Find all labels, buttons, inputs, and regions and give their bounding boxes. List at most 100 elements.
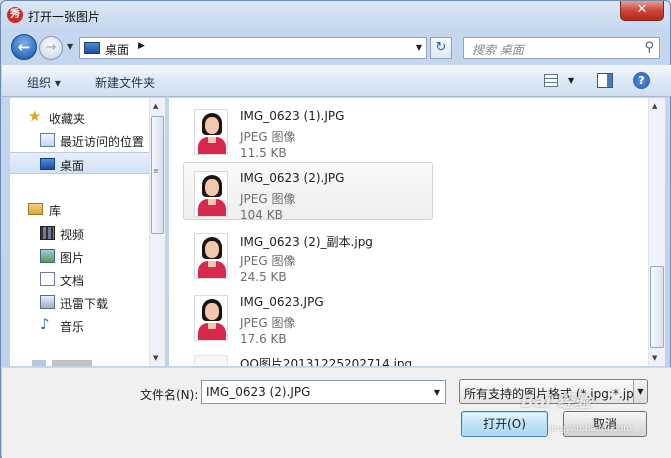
video-icon <box>40 226 55 240</box>
file-name: IMG_0623.JPG <box>240 295 324 309</box>
open-image-dialog: 秀 打开一张图片 ✕ ← → ▼ 桌面 ▶ ▼ ↻ 搜索 桌面 ⚲ 组织 ▾ 新… <box>0 0 671 458</box>
nav-item-label: 音乐 <box>60 320 85 334</box>
photo-thumbnail <box>194 355 228 366</box>
file-name: IMG_0623 (2)_副本.jpg <box>240 235 373 249</box>
file-item[interactable]: QQ图片20131225202714.jpg <box>183 346 433 366</box>
open-button[interactable]: 打开(O) <box>461 411 548 437</box>
nav-item-label: 迅雷下载 <box>60 297 109 311</box>
forward-arrow-icon: → <box>45 40 57 55</box>
filename-value: IMG_0623 (2).JPG <box>206 385 311 399</box>
refresh-icon: ↻ <box>435 40 447 55</box>
nav-item-label: 视频 <box>60 228 85 242</box>
filename-label: 文件名(N): <box>140 388 199 402</box>
photo-thumbnail <box>194 171 228 217</box>
watermark-url: jingyan.baidu.com <box>549 424 633 434</box>
chevron-down-icon[interactable]: ▼ <box>633 380 647 403</box>
file-size: 11.5 KB <box>240 146 287 160</box>
organize-button[interactable]: 组织 ▾ <box>27 74 61 91</box>
forward-button[interactable]: → <box>39 36 63 60</box>
file-name: IMG_0623 (2).JPG <box>240 171 345 185</box>
recent-places-icon <box>40 133 55 147</box>
scroll-up-icon[interactable]: ▲ <box>652 102 657 110</box>
back-arrow-icon: ← <box>17 38 31 56</box>
search-placeholder: 搜索 桌面 <box>472 43 524 57</box>
recent-pages-dropdown[interactable]: ▼ <box>67 42 73 51</box>
nav-item-videos[interactable]: 视频 <box>10 222 150 244</box>
file-item[interactable]: IMG_0623.JPG JPEG 图像 17.6 KB <box>183 286 433 346</box>
nav-item-pictures[interactable]: 图片 <box>10 245 150 267</box>
nav-item-favorites[interactable]: ★ 收藏夹 <box>10 106 150 128</box>
close-button[interactable]: ✕ <box>620 1 664 21</box>
title-bar: 秀 打开一张图片 ✕ <box>1 1 670 31</box>
nav-item-libraries[interactable]: 库 <box>10 198 150 220</box>
navigation-pane: ★ 收藏夹 最近访问的位置 桌面 库 视频 图片 文档 迅雷下载 ♪ 音乐 <box>10 98 165 366</box>
photo-thumbnail <box>194 109 228 155</box>
back-button[interactable]: ← <box>11 34 37 60</box>
address-dropdown[interactable]: ▼ <box>416 43 422 52</box>
refresh-button[interactable]: ↻ <box>430 37 452 59</box>
breadcrumb-desktop[interactable]: 桌面 <box>105 41 129 58</box>
dialog-footer: 文件名(N): IMG_0623 (2).JPG ▼ 所有支持的图片格式 (*.… <box>2 367 671 458</box>
desktop-icon <box>84 42 100 54</box>
breadcrumb-arrow-icon[interactable]: ▶ <box>138 41 145 51</box>
nav-item-label: 收藏夹 <box>49 112 86 126</box>
file-name: QQ图片20131225202714.jpg <box>240 357 413 366</box>
pictures-icon <box>40 249 55 263</box>
file-type: JPEG 图像 <box>240 254 296 268</box>
scroll-down-icon[interactable]: ▼ <box>652 354 657 362</box>
nav-item-label: 库 <box>49 204 62 218</box>
file-size: 17.6 KB <box>240 332 287 346</box>
photo-thumbnail <box>194 233 228 279</box>
app-icon: 秀 <box>7 7 23 23</box>
file-size: 24.5 KB <box>240 270 287 284</box>
file-type: JPEG 图像 <box>240 130 296 144</box>
scrollbar-thumb[interactable] <box>151 116 164 234</box>
file-item-selected[interactable]: IMG_0623 (2).JPG JPEG 图像 104 KB <box>183 162 433 222</box>
photo-thumbnail <box>194 295 228 341</box>
nav-item-label: 文档 <box>60 274 85 288</box>
navigation-pane-scrollbar[interactable]: ▲ ≡ ▼ <box>149 98 165 366</box>
file-item[interactable]: IMG_0623 (1).JPG JPEG 图像 11.5 KB <box>183 100 433 160</box>
nav-item-desktop[interactable]: 桌面 <box>10 152 150 174</box>
scrollbar-thumb[interactable] <box>650 266 664 348</box>
star-icon: ★ <box>28 107 42 125</box>
nav-item-recent-places[interactable]: 最近访问的位置 <box>10 129 150 151</box>
filename-input[interactable]: IMG_0623 (2).JPG ▼ <box>201 380 446 404</box>
file-list-scrollbar[interactable]: ▲ ▼ <box>648 98 665 366</box>
nav-item-label: 图片 <box>60 251 85 265</box>
help-icon[interactable]: ? <box>633 72 650 89</box>
nav-item-label: 桌面 <box>60 159 85 173</box>
scroll-down-icon[interactable]: ▼ <box>153 354 158 362</box>
desktop-icon <box>40 158 55 170</box>
document-icon <box>40 272 55 286</box>
chevron-down-icon[interactable]: ▼ <box>434 388 440 397</box>
nav-item-label: 最近访问的位置 <box>60 135 145 149</box>
search-icon[interactable]: ⚲ <box>644 40 654 55</box>
window-title: 打开一张图片 <box>28 10 101 24</box>
baidu-jingyan-watermark: Bai 经验 <box>521 392 592 412</box>
music-icon: ♪ <box>40 315 50 333</box>
library-folder-icon <box>28 203 43 215</box>
nav-item-music[interactable]: ♪ 音乐 <box>10 314 150 336</box>
command-toolbar: 组织 ▾ 新建文件夹 ▼ ? <box>2 65 671 97</box>
file-type: JPEG 图像 <box>240 192 296 206</box>
new-folder-button[interactable]: 新建文件夹 <box>95 74 155 91</box>
file-name: IMG_0623 (1).JPG <box>240 109 345 123</box>
view-dropdown[interactable]: ▼ <box>568 76 574 85</box>
partially-hidden-nav-item <box>32 360 92 366</box>
file-size: 104 KB <box>240 208 283 222</box>
view-options-icon[interactable] <box>544 74 558 87</box>
scroll-up-icon[interactable]: ▲ <box>153 102 158 110</box>
download-folder-icon <box>40 295 55 309</box>
address-row: ← → ▼ 桌面 ▶ ▼ ↻ 搜索 桌面 ⚲ <box>1 31 670 63</box>
address-bar[interactable]: 桌面 ▶ ▼ <box>79 37 427 59</box>
search-input[interactable]: 搜索 桌面 ⚲ <box>463 37 660 59</box>
close-icon: ✕ <box>636 2 648 17</box>
preview-pane-icon[interactable] <box>597 73 613 88</box>
scrollbar-grip-icon: ≡ <box>153 167 159 175</box>
nav-item-documents[interactable]: 文档 <box>10 268 150 290</box>
file-item[interactable]: IMG_0623 (2)_副本.jpg JPEG 图像 24.5 KB <box>183 224 433 284</box>
nav-item-thunder-downloads[interactable]: 迅雷下载 <box>10 291 150 313</box>
file-type: JPEG 图像 <box>240 316 296 330</box>
file-list: IMG_0623 (1).JPG JPEG 图像 11.5 KB IMG_062… <box>169 98 648 366</box>
